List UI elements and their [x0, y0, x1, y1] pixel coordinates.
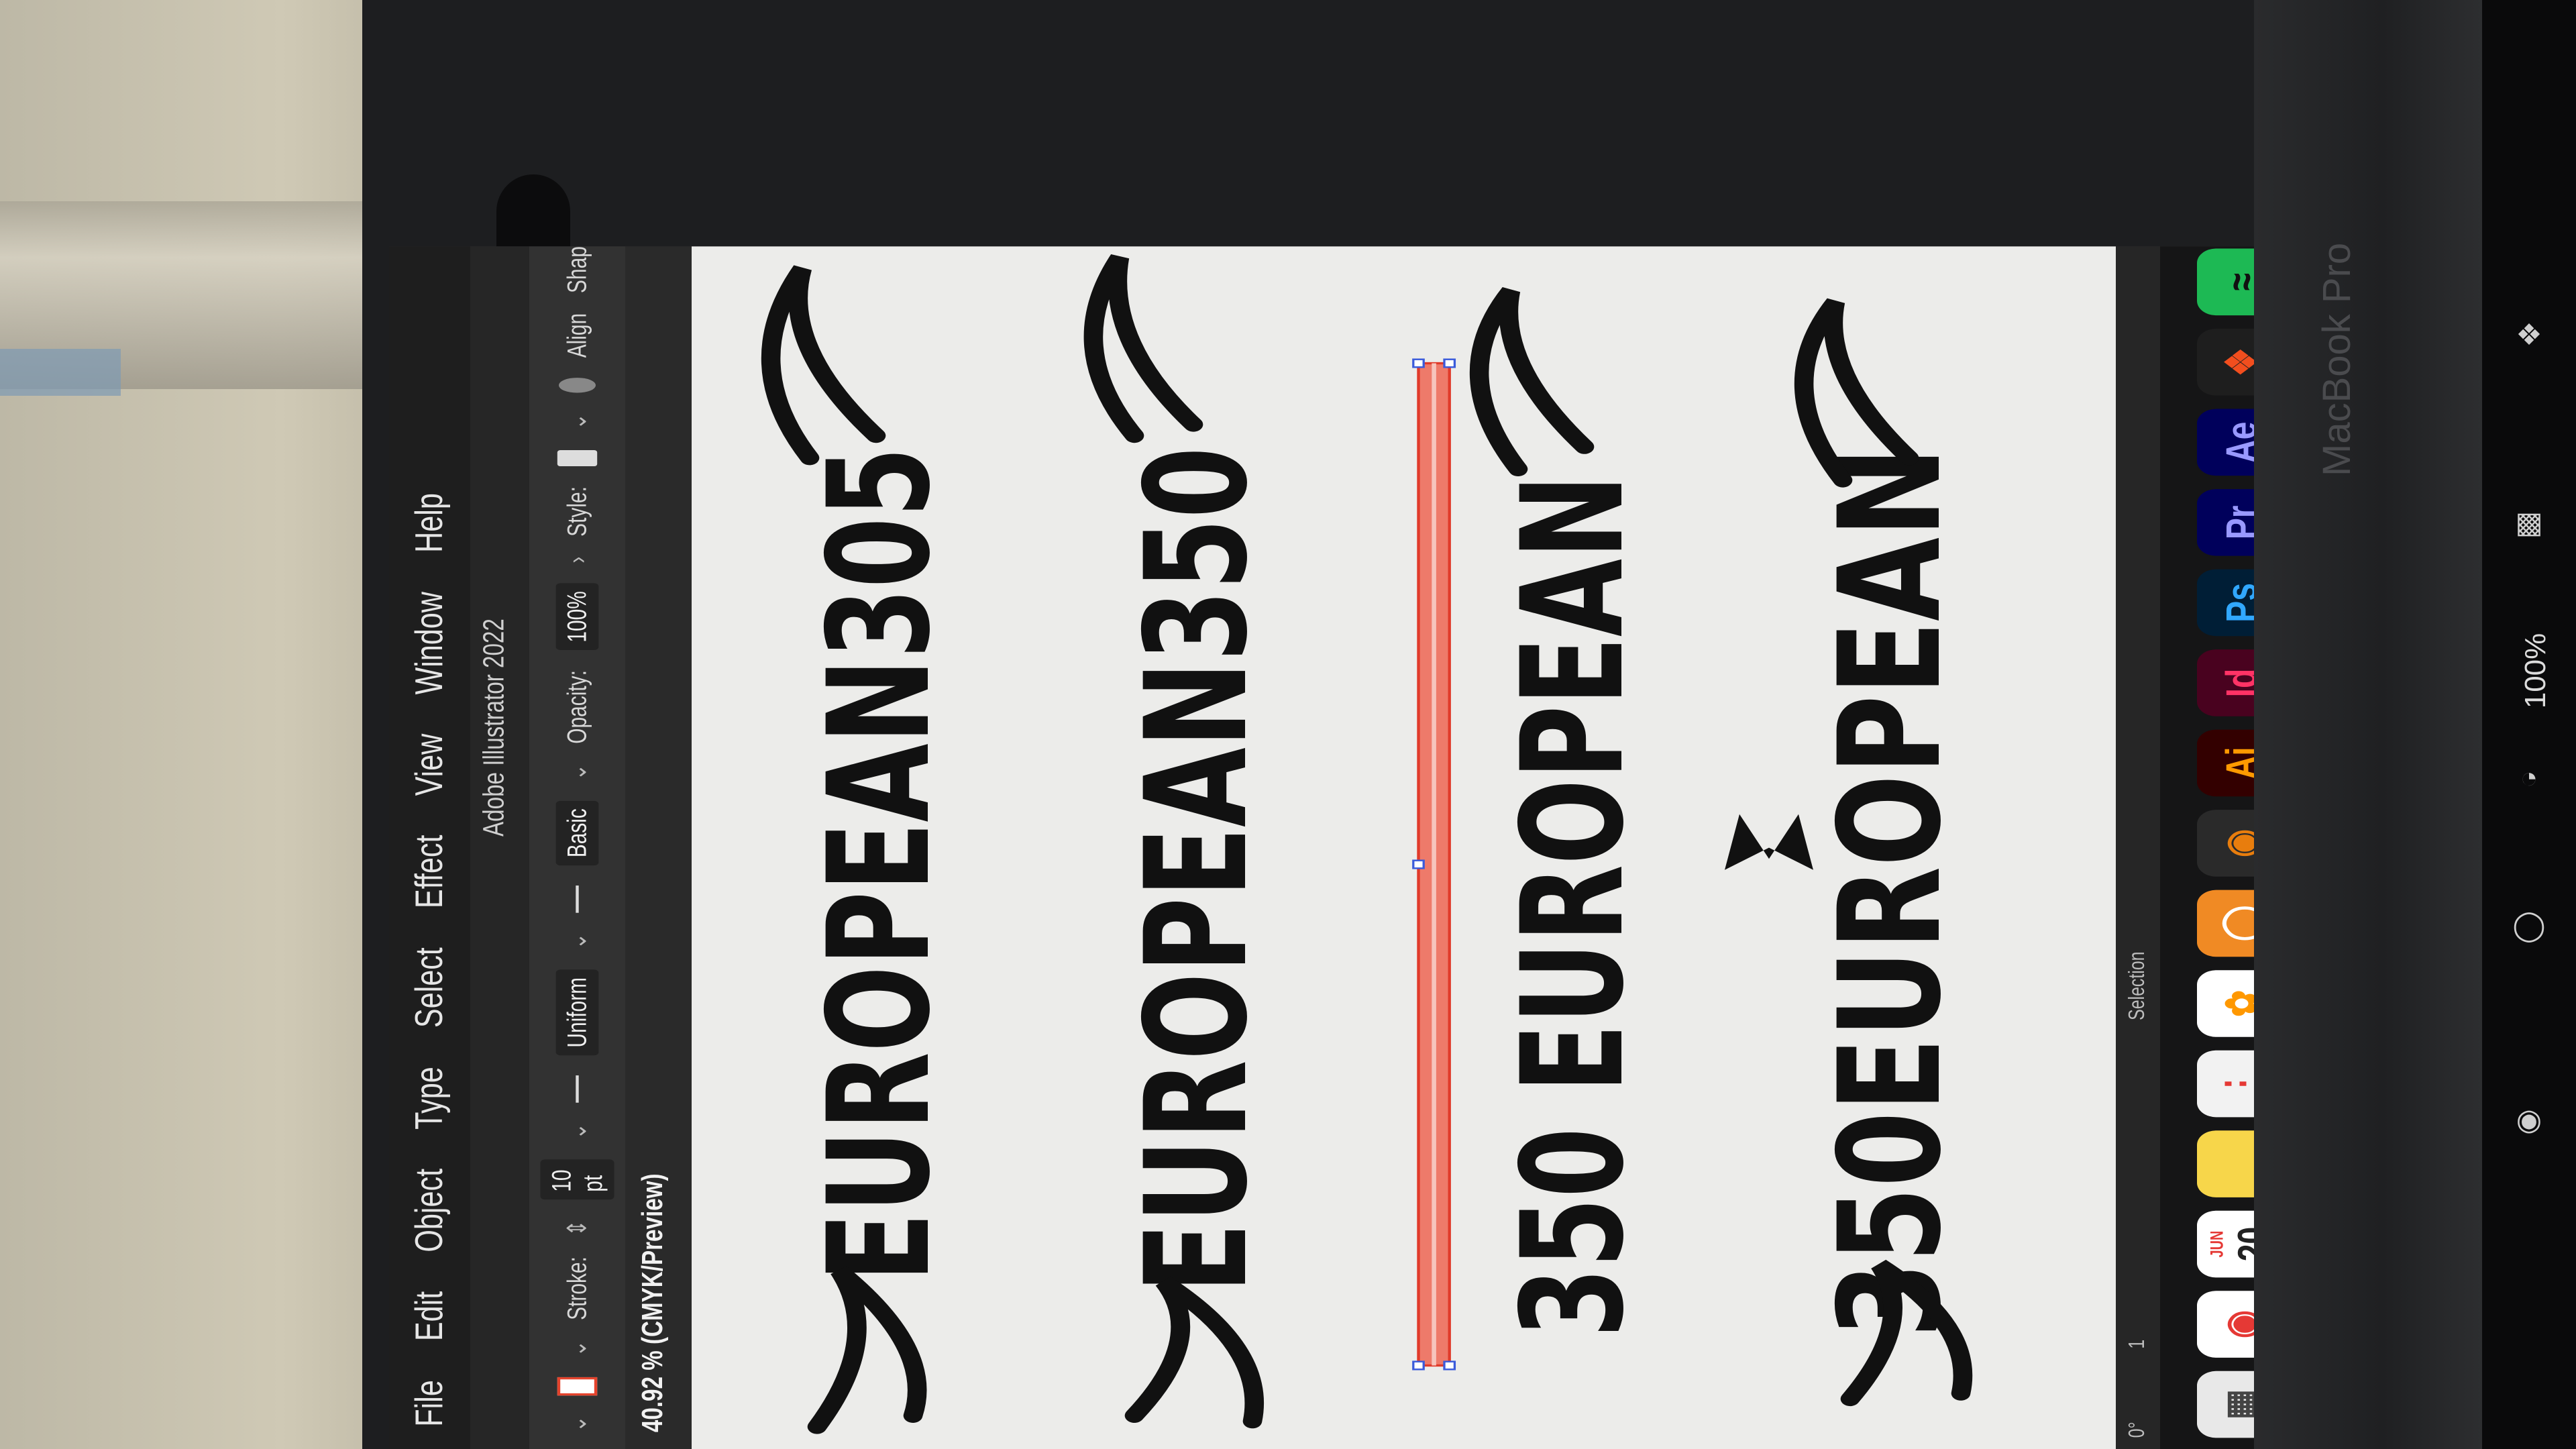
tribal-flourish-right	[1083, 254, 1203, 443]
artwork-layer: EUROPEAN305 EUROPEAN350 350 EUROPEAN 350…	[761, 254, 1973, 1434]
logo-european305[interactable]: EUROPEAN305	[798, 447, 961, 1282]
title-bar	[470, 246, 529, 1449]
touchbar-zoom[interactable]: 100%	[2509, 631, 2563, 711]
chevron-down-icon[interactable]: ⌄	[561, 1415, 592, 1432]
laptop-screen: File Edit Object Type Select Effect View…	[389, 246, 2322, 1449]
chevron-right-icon[interactable]: ›	[561, 557, 592, 564]
stroke-color-swatch[interactable]	[557, 1377, 598, 1396]
brush-definition[interactable]: Basic	[555, 800, 599, 865]
menu-select[interactable]: Select	[408, 947, 452, 1028]
profile-line-preview	[576, 1075, 579, 1103]
stroke-label: Stroke:	[561, 1256, 592, 1320]
control-bar: ⌄ ⌄ Stroke: ⇕ 10 pt ⌄ Uniform ⌄ Basic ⌄ …	[529, 246, 625, 1449]
stepper-icon[interactable]: ⇕	[561, 1220, 592, 1236]
menu-type[interactable]: Type	[408, 1067, 452, 1130]
recolor-artwork-icon[interactable]	[559, 378, 596, 393]
tribal-flourish-right	[1469, 287, 1595, 476]
chevron-down-icon[interactable]: ⌄	[561, 1123, 592, 1140]
graphic-style-swatch[interactable]	[557, 449, 598, 467]
stroke-weight-field[interactable]: 10 pt	[540, 1159, 614, 1200]
menu-help[interactable]: Help	[408, 493, 452, 553]
opacity-label: Opacity:	[561, 670, 592, 744]
variable-width-profile[interactable]: Uniform	[555, 969, 599, 1056]
tribal-flourish-left	[807, 1266, 927, 1434]
chevron-down-icon[interactable]: ⌄	[561, 764, 592, 781]
tribal-flourish-left	[1124, 1276, 1265, 1429]
tribal-heart-ornament	[1725, 814, 1814, 870]
style-label: Style:	[561, 486, 592, 537]
menu-window[interactable]: Window	[408, 592, 452, 695]
align-button[interactable]: Align	[561, 313, 592, 358]
color-ring-icon[interactable]: ◯	[2502, 899, 2556, 953]
logo-european350[interactable]: EUROPEAN350	[1115, 447, 1279, 1293]
chevron-down-icon[interactable]: ⌄	[561, 1340, 592, 1357]
menu-edit[interactable]: Edit	[408, 1291, 452, 1341]
background-object	[0, 349, 121, 396]
menu-bar: File Edit Object Type Select Effect View…	[389, 246, 470, 1449]
laptop-label: MacBook Pro	[2314, 243, 2359, 476]
chevron-down-icon[interactable]: ⌄	[561, 932, 592, 949]
selected-path[interactable]	[1412, 358, 1456, 1371]
menu-object[interactable]: Object	[408, 1169, 452, 1252]
menu-file[interactable]: File	[408, 1380, 452, 1427]
shape-button[interactable]: Shap	[561, 246, 592, 293]
opacity-field[interactable]: 100%	[555, 583, 599, 651]
calendar-month: JUN	[2206, 1230, 2227, 1258]
artboard-number[interactable]: 1	[2125, 1340, 2149, 1349]
chart-icon[interactable]: ▩	[2502, 496, 2556, 550]
rotation-angle[interactable]: 0°	[2125, 1422, 2149, 1438]
logo-350-european[interactable]: 350 EUROPEAN	[1491, 475, 1655, 1338]
menu-effect[interactable]: Effect	[408, 835, 452, 909]
tribal-flourish-right	[761, 265, 886, 466]
status-bar	[2116, 246, 2160, 1449]
logo-350european[interactable]: 350EUROPEAN	[1809, 447, 1972, 1338]
chevron-down-icon[interactable]: ⌄	[561, 413, 592, 430]
brush-line-preview	[576, 885, 579, 913]
color-wheel-icon[interactable]: ◔	[2502, 751, 2556, 805]
menu-view[interactable]: View	[408, 734, 452, 796]
color-picker-icon[interactable]: ◉	[2502, 1093, 2556, 1147]
document-tab[interactable]: 40.92 % (CMYK/Preview)	[637, 1173, 670, 1432]
current-tool-label: Selection	[2125, 951, 2149, 1020]
touch-bar	[2482, 0, 2576, 1449]
app-title: Adobe Illustrator 2022	[478, 619, 511, 837]
layers-icon[interactable]: ❖	[2502, 309, 2556, 362]
